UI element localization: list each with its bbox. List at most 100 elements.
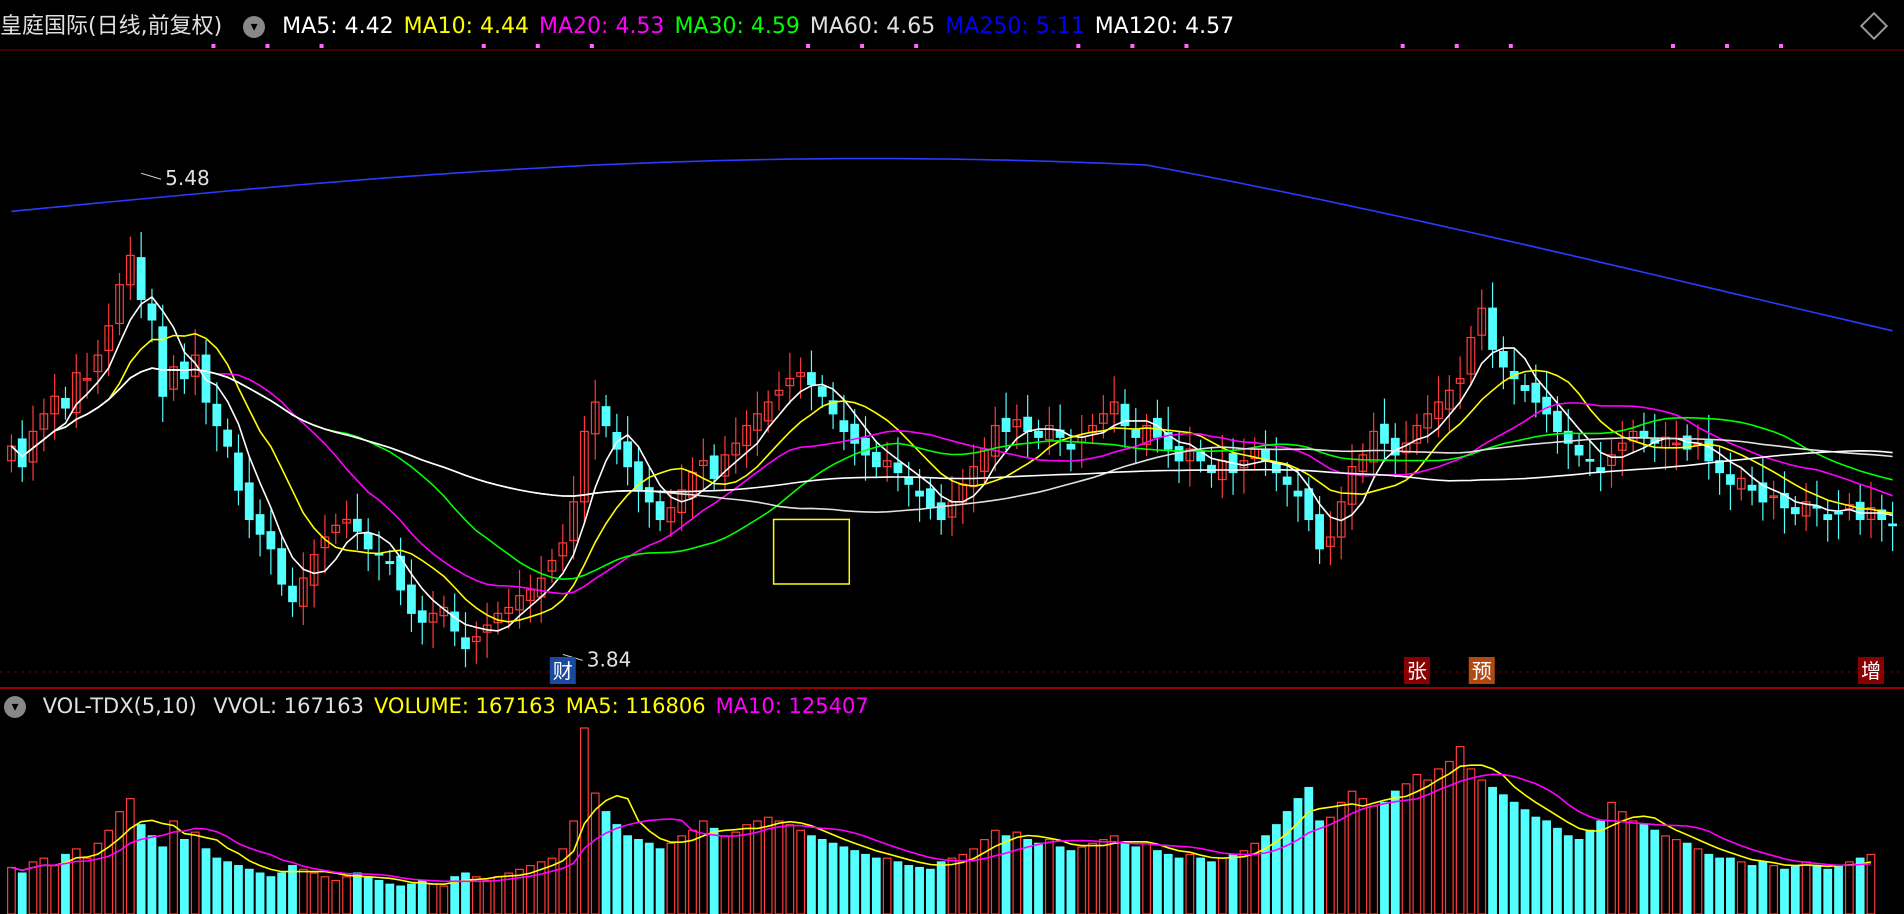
volume-bar bbox=[439, 885, 449, 914]
volume-bar bbox=[482, 879, 492, 914]
volume-bar bbox=[266, 876, 276, 914]
candle-body bbox=[1488, 307, 1497, 350]
volume-bar bbox=[320, 876, 330, 914]
volume-bar bbox=[1844, 861, 1854, 914]
candle-body bbox=[1271, 462, 1281, 474]
volume-bar bbox=[1477, 779, 1487, 914]
signal-dot bbox=[914, 44, 919, 48]
volume-bar bbox=[417, 879, 427, 914]
signal-dot bbox=[1670, 44, 1675, 48]
volume-bar bbox=[201, 848, 211, 914]
volume-bar bbox=[871, 857, 881, 914]
volume-bar bbox=[1174, 857, 1184, 914]
volume-bar bbox=[158, 846, 168, 914]
volume-bar bbox=[1358, 798, 1368, 914]
candle-body bbox=[1855, 501, 1865, 521]
volume-bar bbox=[1585, 829, 1595, 914]
candle-body bbox=[893, 462, 903, 474]
ma5-line bbox=[10, 295, 1893, 632]
volume-bar bbox=[1401, 783, 1411, 914]
volume-bar bbox=[947, 857, 957, 914]
volume-bar bbox=[1780, 868, 1789, 914]
event-marker: 增 bbox=[1861, 659, 1881, 683]
signal-dot bbox=[319, 44, 324, 48]
volume-bar bbox=[807, 835, 816, 914]
volume-bar bbox=[1326, 816, 1335, 914]
candle-body bbox=[461, 637, 470, 650]
volume-bar bbox=[1293, 798, 1303, 914]
volume-bar bbox=[1607, 801, 1616, 914]
volume-bar bbox=[1704, 853, 1714, 914]
volume-bar bbox=[1650, 829, 1660, 914]
candle-body bbox=[861, 437, 870, 456]
volume-bar bbox=[352, 872, 362, 914]
candle-body bbox=[212, 403, 222, 427]
event-marker: 张 bbox=[1407, 659, 1427, 683]
volume-bar bbox=[709, 827, 719, 914]
volume-bar bbox=[169, 820, 178, 914]
volume-bar bbox=[1066, 850, 1076, 914]
volume-bar bbox=[255, 872, 265, 914]
candle-body bbox=[1293, 490, 1303, 497]
volume-bar bbox=[1823, 868, 1833, 914]
volume-bar bbox=[1726, 857, 1735, 914]
volume-bar bbox=[396, 885, 406, 914]
volume-bar bbox=[1055, 846, 1065, 914]
volume-bar bbox=[1671, 838, 1681, 914]
candle-body bbox=[601, 406, 611, 427]
candle-body bbox=[1888, 523, 1897, 527]
volume-bar bbox=[1498, 794, 1508, 914]
volume-bar bbox=[374, 879, 384, 914]
signal-dot bbox=[1454, 44, 1459, 48]
volume-bar bbox=[1012, 831, 1022, 914]
volume-bar bbox=[569, 820, 578, 914]
candle-body bbox=[61, 397, 70, 409]
ma250-line bbox=[11, 157, 1893, 332]
candle-body bbox=[1790, 507, 1800, 515]
volume-bar bbox=[644, 842, 654, 914]
candle-body bbox=[1023, 416, 1033, 433]
volume-bar bbox=[1196, 857, 1206, 914]
volume-bar bbox=[363, 876, 373, 914]
volume-bar bbox=[385, 883, 395, 914]
signal-dot bbox=[1184, 44, 1189, 48]
candle-body bbox=[915, 490, 924, 497]
signal-dot bbox=[211, 44, 216, 48]
candle-body bbox=[1639, 430, 1649, 438]
volume-bar bbox=[666, 842, 676, 914]
volume-bar bbox=[925, 868, 935, 914]
candle-body bbox=[817, 386, 827, 397]
candle-body bbox=[255, 514, 265, 535]
volume-bar bbox=[1228, 853, 1238, 914]
volume-bar bbox=[850, 850, 860, 914]
volume-bar bbox=[1715, 857, 1724, 914]
candle-body bbox=[1834, 511, 1843, 515]
volume-bar bbox=[936, 861, 946, 914]
volume-bar bbox=[1163, 853, 1173, 914]
volume-bar bbox=[1098, 838, 1108, 914]
candle-body bbox=[147, 303, 157, 321]
volume-bar bbox=[1639, 824, 1649, 914]
candle-body bbox=[904, 476, 914, 485]
volume-bar bbox=[288, 865, 297, 914]
volume-bar bbox=[1574, 838, 1584, 914]
volume-bar bbox=[1077, 846, 1087, 914]
volume-bar bbox=[125, 798, 135, 914]
candle-body bbox=[1034, 430, 1043, 438]
candle-body bbox=[1131, 429, 1141, 438]
signal-dot bbox=[806, 44, 811, 48]
volume-bar bbox=[590, 792, 600, 914]
volume-bar bbox=[1315, 820, 1324, 914]
volume-bar bbox=[1207, 861, 1216, 914]
signal-dot bbox=[589, 44, 594, 48]
signal-dot bbox=[1130, 44, 1135, 48]
candle-body bbox=[1553, 410, 1562, 433]
volume-bar bbox=[861, 853, 870, 914]
volume-bar bbox=[1390, 790, 1400, 914]
volume-bar bbox=[1142, 842, 1151, 914]
candle-body bbox=[623, 441, 633, 468]
volume-bar bbox=[190, 831, 200, 914]
kline-chart[interactable]: 5.48 3.84 财 张 预 增 bbox=[0, 0, 1904, 914]
volume-bar bbox=[1801, 861, 1811, 914]
volume-bar bbox=[1834, 865, 1843, 914]
